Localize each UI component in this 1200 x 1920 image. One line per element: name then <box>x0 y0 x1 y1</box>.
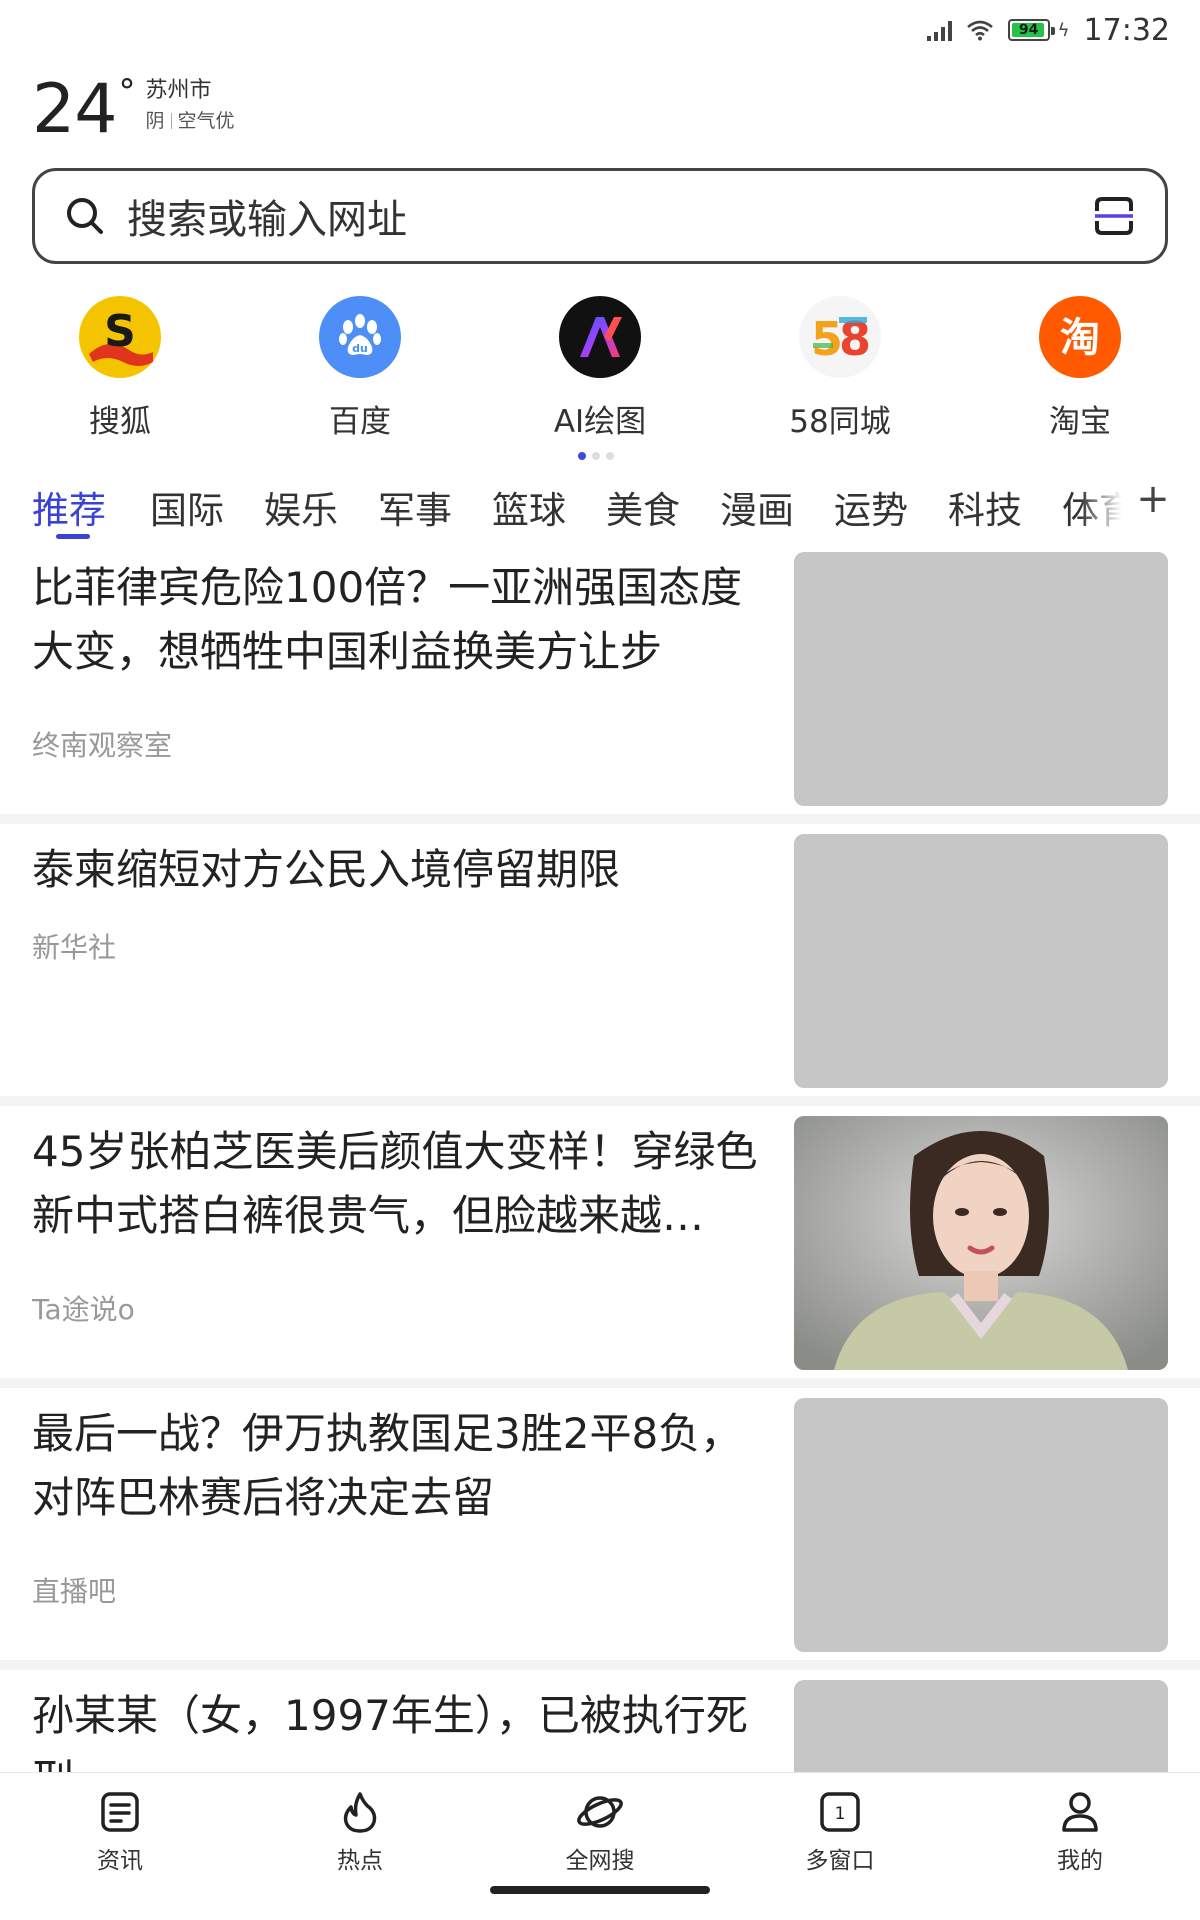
news-title: 比菲律宾危险100倍？一亚洲强国态度大变，想牺牲中国利益换美方让步 <box>32 563 743 676</box>
search-bar[interactable]: 搜索或输入网址 <box>32 168 1168 264</box>
news-item[interactable]: 孙某某（女，1997年生），已被执行死刑 <box>0 1680 1200 1772</box>
nav-label: 热点 <box>337 1848 383 1874</box>
ai-drawing-icon <box>559 296 641 378</box>
flame-icon <box>280 1787 440 1837</box>
news-title: 孙某某（女，1997年生），已被执行死刑 <box>32 1691 748 1772</box>
shortcut-label: 搜狐 <box>89 404 151 440</box>
weather-widget[interactable]: 24 ° 苏州市 阴 空气优 <box>32 72 235 148</box>
news-source: Ta途说o <box>32 1293 135 1326</box>
shortcut-label: 百度 <box>329 404 391 440</box>
battery-level: 94 <box>1018 22 1039 38</box>
nav-label: 全网搜 <box>565 1848 635 1874</box>
bottom-navigation: 资讯 热点 全网搜 1 多窗口 我的 <box>0 1772 1200 1920</box>
category-tabs: 推荐 国际 娱乐 军事 篮球 美食 漫画 运势 科技 体育 + <box>0 476 1200 546</box>
active-tab-indicator <box>56 534 90 539</box>
temperature: 24 <box>32 70 118 149</box>
weather-condition: 阴 <box>145 110 165 132</box>
nav-label: 多窗口 <box>805 1848 875 1874</box>
news-item[interactable]: 最后一战？伊万执教国足3胜2平8负，对阵巴林赛后将决定去留 直播吧 <box>0 1398 1200 1668</box>
window-count: 1 <box>835 1804 846 1824</box>
nav-news[interactable]: 资讯 <box>40 1787 200 1875</box>
shortcut-label: AI绘图 <box>553 404 647 440</box>
tab-entertainment[interactable]: 娱乐 <box>264 480 338 534</box>
shortcut-baidu[interactable]: du 百度 <box>260 292 460 441</box>
news-title: 最后一战？伊万执教国足3胜2平8负，对阵巴林赛后将决定去留 <box>32 1409 743 1522</box>
news-title: 45岁张柏芝医美后颜值大变样！穿绿色新中式搭白裤很贵气，但脸越来越… <box>32 1127 758 1240</box>
news-thumbnail <box>794 552 1168 806</box>
scan-icon[interactable] <box>1093 195 1135 237</box>
search-placeholder: 搜索或输入网址 <box>127 197 407 243</box>
shortcut-58[interactable]: 5 8 58同城 <box>740 292 940 441</box>
shortcut-label: 淘宝 <box>1049 404 1111 440</box>
news-item[interactable]: 泰柬缩短对方公民入境停留期限 新华社 <box>0 834 1200 1104</box>
sohu-icon: S <box>79 296 161 378</box>
degree-symbol: ° <box>118 72 136 112</box>
news-item[interactable]: 45岁张柏芝医美后颜值大变样！穿绿色新中式搭白裤很贵气，但脸越来越… Ta途说o <box>0 1116 1200 1386</box>
nav-web-search[interactable]: 全网搜 <box>520 1787 680 1875</box>
tab-comics[interactable]: 漫画 <box>720 480 794 534</box>
news-photo <box>794 1116 1168 1370</box>
nav-hot[interactable]: 热点 <box>280 1787 440 1875</box>
shortcut-sohu[interactable]: S 搜狐 <box>20 292 220 441</box>
tab-basketball[interactable]: 篮球 <box>492 480 566 534</box>
tab-military[interactable]: 军事 <box>378 480 452 534</box>
nav-label: 资讯 <box>97 1848 143 1874</box>
baidu-paw-icon: du <box>319 296 401 378</box>
svg-text:S: S <box>104 306 136 357</box>
search-icon <box>65 196 105 236</box>
news-icon <box>40 1787 200 1837</box>
shortcut-label: 58同城 <box>789 404 891 440</box>
news-feed: 比菲律宾危险100倍？一亚洲强国态度大变，想牺牲中国利益换美方让步 终南观察室 … <box>0 552 1200 1772</box>
nav-windows[interactable]: 1 多窗口 <box>760 1787 920 1875</box>
clock: 17:32 <box>1083 12 1170 48</box>
tab-tech[interactable]: 科技 <box>948 480 1022 534</box>
58-tongcheng-icon: 5 8 <box>799 296 881 378</box>
signal-icon <box>926 19 952 41</box>
tab-fortune[interactable]: 运势 <box>834 480 908 534</box>
profile-icon <box>1000 1787 1160 1837</box>
news-item[interactable]: 比菲律宾危险100倍？一亚洲强国态度大变，想牺牲中国利益换美方让步 终南观察室 <box>0 552 1200 822</box>
shortcut-grid: S 搜狐 du 百度 AI绘图 5 8 58同城 淘 淘宝 <box>0 292 1200 442</box>
news-source: 终南观察室 <box>32 729 173 762</box>
wifi-icon <box>966 19 994 41</box>
charging-icon: ϟ <box>1057 19 1070 41</box>
planet-icon <box>520 1787 680 1837</box>
nav-label: 我的 <box>1057 1848 1103 1874</box>
battery-icon: 94 <box>1007 19 1055 41</box>
news-title: 泰柬缩短对方公民入境停留期限 <box>32 845 621 894</box>
home-indicator[interactable] <box>490 1886 710 1894</box>
page-indicator <box>578 452 614 460</box>
shortcut-taobao[interactable]: 淘 淘宝 <box>980 292 1180 441</box>
status-bar: 94 ϟ 17:32 <box>0 0 1200 60</box>
news-source: 直播吧 <box>32 1575 117 1608</box>
svg-text:du: du <box>352 342 368 355</box>
city-name: 苏州市 <box>145 78 212 103</box>
news-source: 新华社 <box>32 931 117 964</box>
windows-icon: 1 <box>760 1787 920 1837</box>
svg-text:淘: 淘 <box>1060 315 1100 361</box>
shortcut-ai-drawing[interactable]: AI绘图 <box>500 292 700 441</box>
tab-recommend[interactable]: 推荐 <box>32 480 106 534</box>
tab-international[interactable]: 国际 <box>150 480 224 534</box>
news-thumbnail <box>794 1398 1168 1652</box>
taobao-icon: 淘 <box>1039 296 1121 378</box>
news-thumbnail <box>794 1680 1168 1772</box>
add-tab-button[interactable]: + <box>1128 476 1178 522</box>
tab-food[interactable]: 美食 <box>606 480 680 534</box>
air-quality: 空气优 <box>177 110 235 132</box>
news-thumbnail <box>794 834 1168 1088</box>
nav-me[interactable]: 我的 <box>1000 1787 1160 1875</box>
